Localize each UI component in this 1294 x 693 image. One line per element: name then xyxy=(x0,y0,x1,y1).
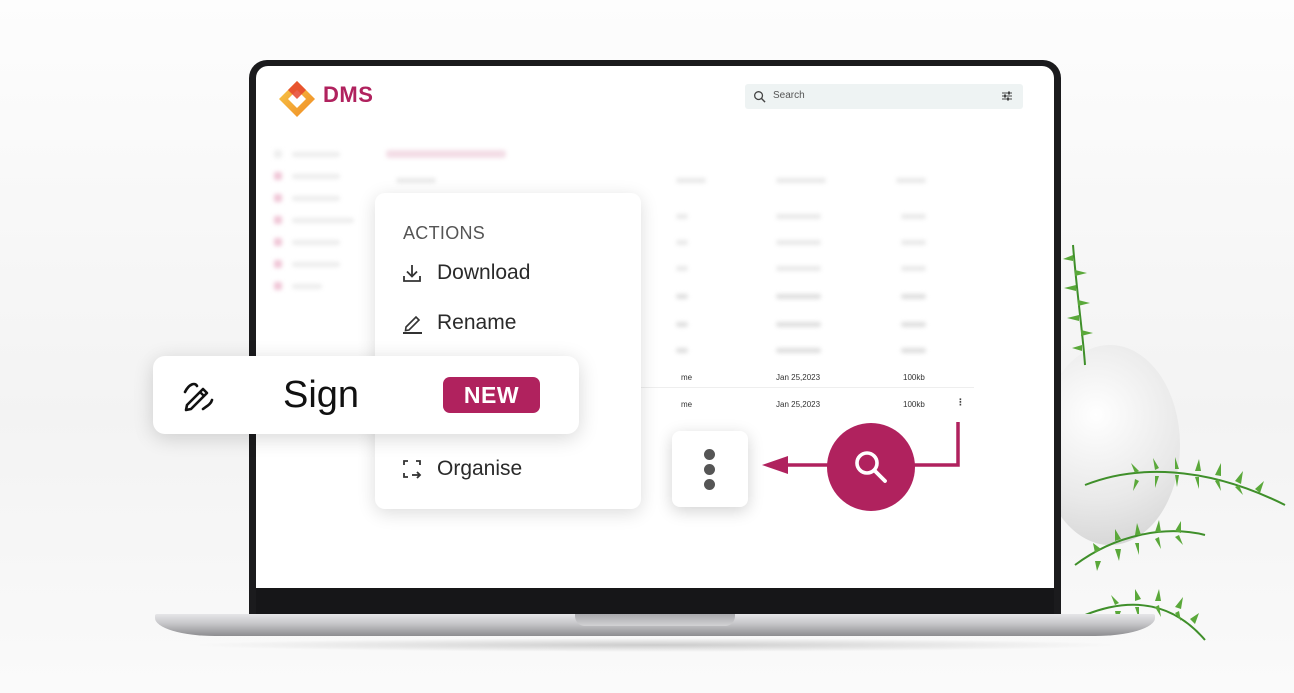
menu-item-label: Organise xyxy=(437,457,523,480)
row-size: 100kb xyxy=(903,373,925,382)
kebab-menu-button[interactable] xyxy=(672,431,748,507)
kebab-menu-icon xyxy=(704,479,715,490)
kebab-menu-icon xyxy=(704,449,715,460)
menu-item-label: Download xyxy=(437,261,531,284)
laptop-shadow xyxy=(190,638,1120,652)
menu-item-rename[interactable]: Rename xyxy=(401,311,516,335)
sign-pen-icon xyxy=(183,382,214,412)
search-icon xyxy=(855,451,887,483)
row-owner: me xyxy=(681,373,693,382)
actions-menu: ACTIONS Download Rename Organise xyxy=(375,193,641,509)
row-owner: me xyxy=(681,400,693,409)
rename-pencil-icon xyxy=(403,315,422,334)
actions-menu-title: ACTIONS xyxy=(403,223,486,243)
row-menu-icon[interactable]: ⋮ xyxy=(956,397,965,408)
search-input[interactable]: Search xyxy=(745,84,1023,109)
kebab-menu-icon xyxy=(704,464,715,475)
row-modified: Jan 25,2023 xyxy=(776,400,821,409)
app-logo-text: DMS xyxy=(323,82,374,107)
screen-bezel xyxy=(256,588,1054,616)
menu-item-sign[interactable]: Sign NEW xyxy=(153,356,579,434)
row-divider xyxy=(640,387,974,388)
dms-logo-icon xyxy=(279,81,315,117)
organise-icon xyxy=(403,460,422,479)
search-placeholder: Search xyxy=(773,90,805,101)
menu-item-organise[interactable]: Organise xyxy=(401,457,522,481)
row-size: 100kb xyxy=(903,400,925,409)
menu-item-download[interactable]: Download xyxy=(401,261,530,285)
laptop-notch xyxy=(575,614,735,626)
download-icon xyxy=(403,265,421,282)
sign-label: Sign xyxy=(283,374,360,416)
search-icon xyxy=(754,91,766,103)
new-badge: NEW xyxy=(443,377,540,413)
fern-plant-decoration xyxy=(1063,244,1286,641)
filter-icon[interactable] xyxy=(1001,90,1013,102)
search-callout-button xyxy=(827,423,915,511)
row-modified: Jan 25,2023 xyxy=(776,373,821,382)
menu-item-label: Rename xyxy=(437,311,517,334)
